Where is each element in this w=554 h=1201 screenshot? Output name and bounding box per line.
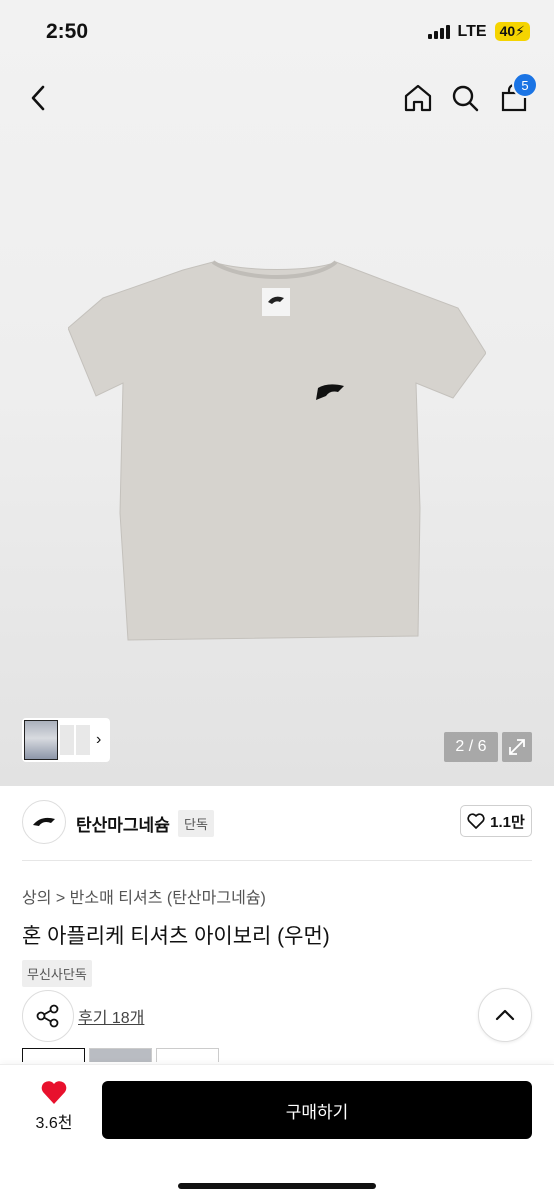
buy-button[interactable]: 구매하기 — [102, 1081, 532, 1139]
home-icon — [404, 84, 432, 112]
option-swatch[interactable] — [156, 1048, 219, 1062]
option-swatch[interactable] — [89, 1048, 152, 1062]
battery-level: 40 — [499, 23, 516, 39]
signal-icon — [427, 24, 450, 39]
brand-name[interactable]: 탄산마그네슘 — [76, 811, 170, 836]
thumbnail-back[interactable] — [76, 725, 90, 755]
search-button[interactable] — [443, 76, 487, 120]
status-indicators: LTE 40⚡ — [427, 22, 530, 41]
tshirt-image — [68, 260, 486, 641]
battery-icon: 40⚡ — [494, 22, 530, 41]
share-button[interactable] — [22, 990, 74, 1042]
network-label: LTE — [457, 22, 487, 40]
heart-outline-icon — [467, 813, 485, 829]
back-button[interactable] — [16, 76, 60, 120]
chevron-left-icon — [31, 85, 45, 111]
home-indicator — [178, 1183, 376, 1189]
status-time: 2:50 — [46, 20, 89, 43]
share-icon — [36, 1004, 59, 1028]
breadcrumb[interactable]: 상의 > 반소매 티셔츠 (탄산마그네슘) — [22, 884, 266, 908]
brand-logo[interactable] — [22, 800, 66, 844]
bottom-bar: 3.6천 구매하기 — [0, 1064, 554, 1201]
expand-button[interactable] — [502, 732, 532, 762]
search-icon — [452, 85, 479, 112]
wishlist-count: 3.6천 — [35, 1115, 73, 1132]
chevron-right-icon[interactable]: › — [96, 731, 101, 749]
exclusive-badge: 무신사단독 — [22, 960, 92, 987]
cart-button[interactable]: 5 — [492, 72, 538, 120]
status-bar: 2:50 LTE 40⚡ — [0, 0, 554, 62]
brand-row: 탄산마그네슘 단독 1.1만 — [22, 800, 532, 846]
exclusive-tag: 단독 — [178, 810, 214, 837]
thumbnail-front[interactable] — [60, 725, 74, 755]
chevron-up-icon — [495, 1009, 515, 1021]
cart-count-badge: 5 — [512, 72, 538, 98]
heart-icon — [41, 1081, 67, 1104]
divider — [22, 860, 532, 861]
image-thumbnails[interactable]: › — [22, 718, 110, 762]
brand-like-count: 1.1만 — [490, 813, 525, 831]
home-button[interactable] — [396, 76, 440, 120]
brand-like-button[interactable]: 1.1만 — [460, 805, 532, 837]
option-swatch[interactable] — [22, 1048, 85, 1062]
scroll-top-button[interactable] — [478, 988, 532, 1042]
top-nav: 5 — [0, 62, 554, 138]
reviews-link[interactable]: 후기 18개 — [78, 1004, 144, 1028]
thumbnail-model[interactable] — [24, 720, 58, 760]
wishlist-button[interactable]: 3.6천 — [28, 1079, 80, 1139]
image-counter: 2 / 6 — [444, 732, 498, 762]
brand-logo-icon — [33, 817, 55, 826]
expand-icon — [509, 739, 525, 755]
product-title: 혼 아플리케 티셔츠 아이보리 (우먼) — [22, 925, 330, 948]
